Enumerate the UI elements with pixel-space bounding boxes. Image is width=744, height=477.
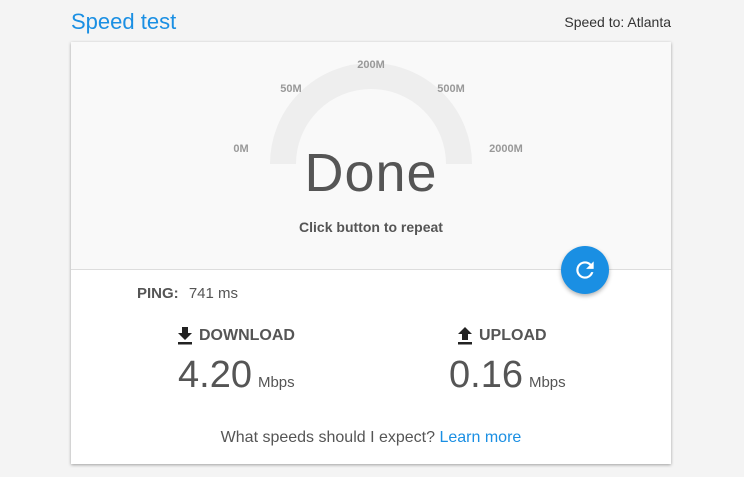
page-title: Speed test [71, 9, 177, 34]
expectations-question: What speeds should I expect? [220, 429, 436, 446]
upload-label: UPLOAD [479, 327, 547, 344]
upload-value: 0.16 [449, 354, 523, 396]
ping-result: PING: 741 ms [137, 285, 238, 302]
speed-test-card: 0M 50M 200M 500M 2000M Done Click button… [71, 42, 671, 464]
gauge-tick-500m: 500M [437, 83, 465, 95]
download-icon [178, 327, 192, 345]
refresh-icon [576, 261, 594, 279]
download-result: 4.20 Mbps [178, 354, 295, 397]
download-value: 4.20 [178, 354, 252, 396]
expectations-text: What speeds should I expect? Learn more [71, 429, 671, 447]
gauge-tick-200m: 200M [357, 59, 385, 71]
upload-result: 0.16 Mbps [449, 354, 566, 397]
learn-more-link[interactable]: Learn more [439, 429, 521, 446]
speed-to-server: Speed to: Atlanta [564, 14, 671, 30]
download-heading: DOWNLOAD [177, 327, 295, 345]
upload-unit: Mbps [528, 374, 566, 391]
download-label: DOWNLOAD [199, 327, 295, 344]
repeat-test-button[interactable] [561, 246, 609, 294]
download-unit: Mbps [257, 374, 295, 391]
repeat-hint: Click button to repeat [299, 219, 443, 235]
ping-value: 741 ms [188, 285, 239, 302]
gauge-area: 0M 50M 200M 500M 2000M Done Click button… [71, 42, 671, 270]
test-status: Done [304, 143, 438, 203]
upload-heading: UPLOAD [457, 327, 547, 345]
gauge-tick-50m: 50M [280, 83, 302, 95]
ping-label: PING: [137, 285, 179, 302]
upload-icon [458, 327, 472, 345]
